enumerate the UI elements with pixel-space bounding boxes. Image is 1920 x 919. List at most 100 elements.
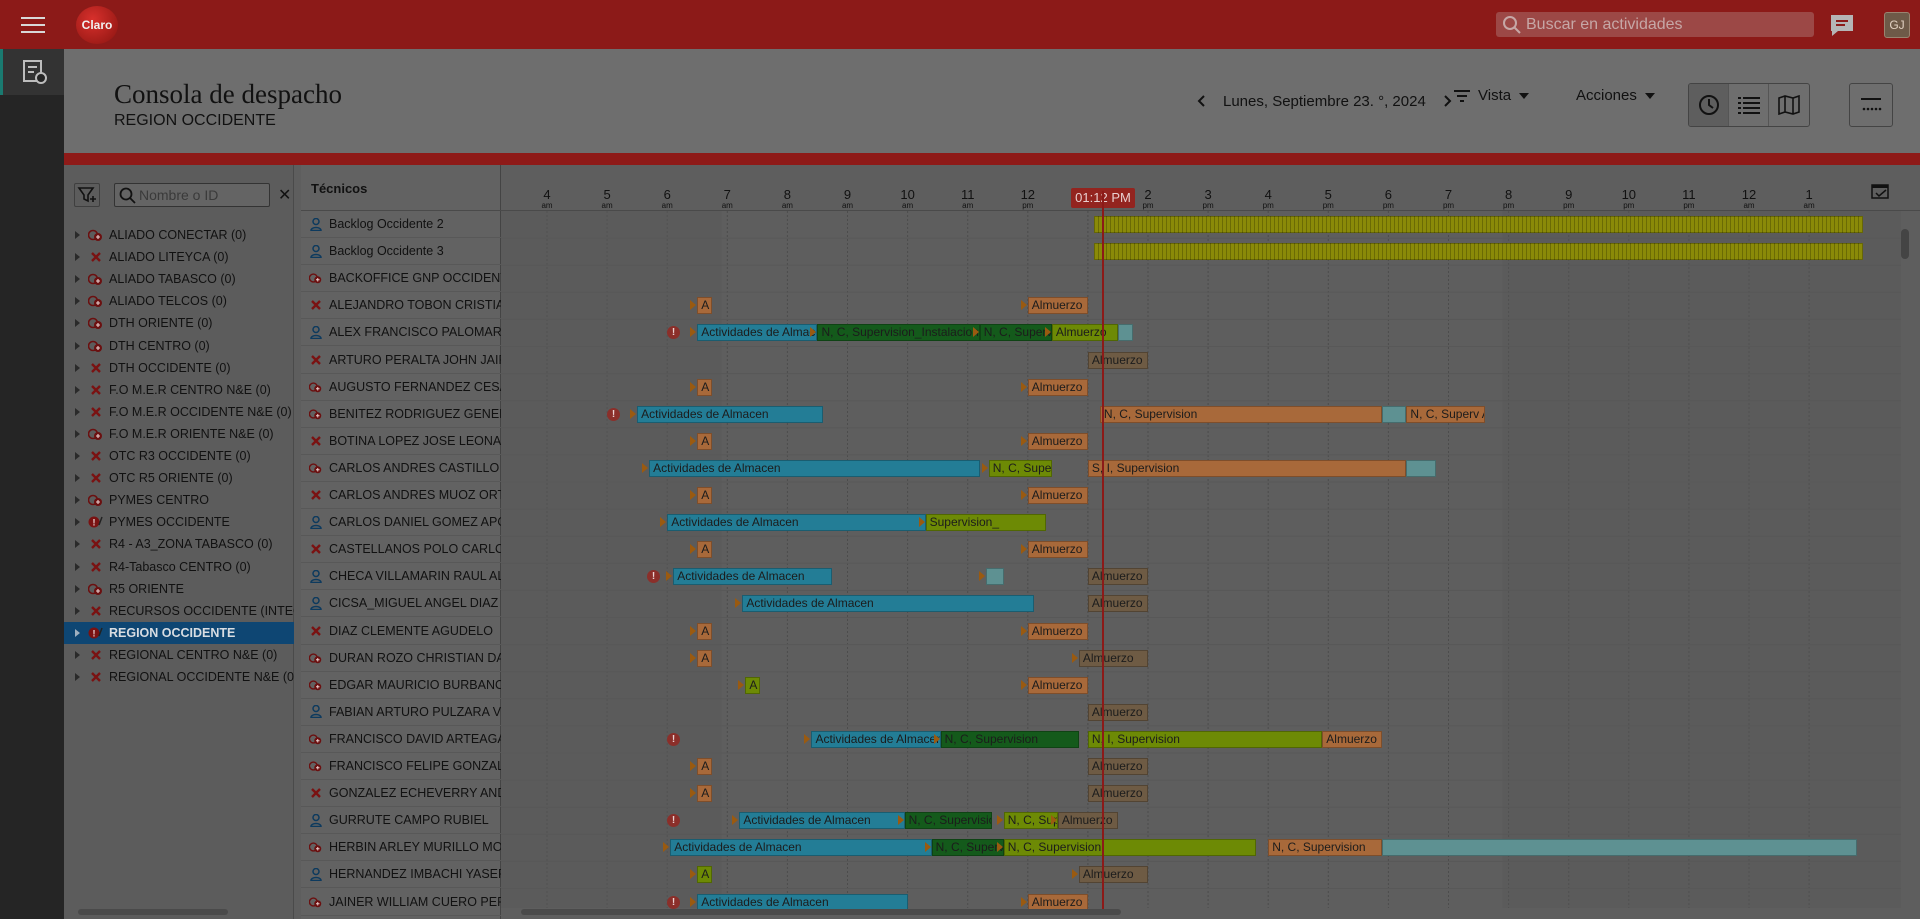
activity-bar[interactable]: N, C, Supervision (1099, 405, 1383, 423)
tree-node[interactable]: PYMES CENTRO (64, 489, 294, 511)
tree-node[interactable]: R4 - A3_ZONA TABASCO (0) (64, 533, 294, 555)
technician-row[interactable]: ARTURO PERALTA JOHN JAIRO (301, 347, 501, 374)
calendar-check-icon[interactable] (1871, 182, 1891, 200)
tree-filter-button[interactable] (74, 183, 100, 207)
warning-icon[interactable]: ! (667, 732, 681, 746)
tree-node[interactable]: ALIADO CONECTAR (0) (64, 224, 294, 246)
expand-arrow-icon[interactable] (75, 341, 80, 350)
tree-node[interactable]: REGIONAL OCCIDENTE N&E (0) (64, 666, 294, 688)
expand-arrow-icon[interactable] (75, 673, 80, 681)
tree-node[interactable]: F.O M.E.R OCCIDENTE N&E (0) (64, 401, 294, 423)
tree-node[interactable]: R4-Tabasco CENTRO (0) (64, 556, 294, 578)
tree-node[interactable]: ALIADO TELCOS (0) (64, 290, 294, 312)
activity-bar[interactable]: A (697, 297, 713, 315)
technician-row[interactable]: CHECA VILLAMARIN RAUL ALB (301, 563, 501, 591)
activity-bar[interactable]: A (697, 866, 713, 884)
activity-bar[interactable] (1406, 459, 1437, 477)
activity-bar[interactable]: N, C, Sup (1003, 812, 1058, 830)
activity-bar[interactable]: A (697, 785, 713, 803)
technician-row[interactable]: FRANCISCO FELIPE GONZALEZ (301, 753, 501, 780)
tree-node[interactable]: DTH CENTRO (0) (64, 335, 294, 357)
technician-row[interactable]: JAINER WILLIAM CUERO PERA (301, 889, 501, 916)
activity-bar[interactable] (1382, 405, 1407, 423)
activity-bar[interactable]: A (697, 378, 713, 396)
activity-bar[interactable]: Actividades de Almacen (670, 839, 932, 857)
tree-search[interactable] (114, 183, 270, 207)
activity-bar[interactable]: Almuerzo (1027, 622, 1088, 640)
tree-horizontal-scrollbar[interactable] (66, 907, 292, 917)
activity-bar[interactable]: Almuerzo (1322, 730, 1383, 748)
activity-bar[interactable]: Almuerzo (1078, 649, 1148, 667)
current-date[interactable]: Lunes, Septiembre 23. °, 2024 (1223, 93, 1426, 110)
expand-arrow-icon[interactable] (75, 584, 80, 593)
expand-arrow-icon[interactable] (75, 231, 80, 239)
activity-bar[interactable]: Actividades de Almacen (649, 459, 980, 477)
technician-row[interactable]: AUGUSTO FERNANDEZ CESAR (301, 374, 501, 401)
activity-bar[interactable]: N, C, Supervis (979, 324, 1052, 342)
view-menu-button[interactable]: Vista (1454, 87, 1530, 104)
technician-row[interactable]: BACKOFFICE GNP OCCIDENTE 2 (301, 265, 501, 293)
expand-arrow-icon[interactable] (75, 540, 80, 549)
more-options-button[interactable] (1849, 83, 1893, 127)
tree-node[interactable]: RECURSOS OCCIDENTE (INTEGRA (64, 600, 294, 622)
technician-row[interactable]: CARLOS DANIEL GOMEZ APON (301, 509, 501, 537)
activity-bar[interactable]: Almuerzo (1087, 785, 1148, 803)
activity-bar[interactable]: Almuerzo (1027, 487, 1088, 504)
list-view-button[interactable] (1729, 84, 1769, 126)
activity-bar[interactable]: Almuerzo (1027, 541, 1088, 559)
tree-node[interactable]: DTH ORIENTE (0) (64, 312, 294, 334)
activity-bar[interactable]: A (697, 758, 713, 775)
expand-arrow-icon[interactable] (75, 606, 80, 615)
activity-bar[interactable] (1093, 243, 1864, 261)
activity-bar[interactable]: Almuerzo (1027, 297, 1088, 315)
expand-arrow-icon[interactable] (75, 385, 80, 394)
technician-row[interactable]: GURRUTE CAMPO RUBIEL (301, 807, 501, 835)
activity-bar[interactable]: Almuerzo (1078, 866, 1148, 884)
expand-arrow-icon[interactable] (75, 253, 80, 262)
activity-bar[interactable]: Almuerzo (1051, 324, 1118, 342)
chevron-left-icon[interactable] (1195, 94, 1209, 108)
tree-node[interactable]: ! PYMES OCCIDENTE (64, 511, 294, 533)
technician-row[interactable]: DIAZ CLEMENTE AGUDELO (301, 618, 501, 645)
activity-bar[interactable]: A (697, 541, 713, 559)
user-avatar[interactable]: GJ (1884, 12, 1910, 38)
activity-bar[interactable]: Actividades de Almacen (673, 568, 833, 586)
expand-arrow-icon[interactable] (75, 319, 80, 328)
activity-bar[interactable]: Almuerzo (1087, 568, 1148, 586)
expand-arrow-icon[interactable] (75, 452, 80, 460)
activity-search[interactable] (1496, 12, 1814, 37)
warning-icon[interactable]: ! (607, 407, 621, 421)
technician-row[interactable]: FRANCISCO DAVID ARTEAGA G (301, 726, 501, 753)
activity-bar[interactable]: Almuerzo (1027, 676, 1088, 694)
activity-bar[interactable]: A (697, 487, 713, 504)
actions-menu-button[interactable]: Acciones (1576, 87, 1655, 104)
activity-bar[interactable]: Actividades de Almacen (742, 595, 1034, 613)
tree-node[interactable]: DTH OCCIDENTE (0) (64, 357, 294, 379)
technician-row[interactable]: BENITEZ RODRIGUEZ GENER M (301, 401, 501, 428)
technician-row[interactable]: EDGAR MAURICIO BURBANO R (301, 672, 501, 699)
activity-bar[interactable]: S, I, Supervision (1087, 459, 1407, 477)
activity-bar[interactable]: Actividades de Almacen (739, 812, 905, 830)
activity-bar[interactable]: Almuerzo (1027, 432, 1088, 450)
activity-bar[interactable]: Supervision_ (925, 514, 1046, 532)
expand-arrow-icon[interactable] (75, 496, 80, 505)
activity-bar[interactable] (1382, 839, 1858, 857)
technician-row[interactable]: HERBIN ARLEY MURILLO MOS (301, 834, 501, 862)
activity-bar[interactable]: A (697, 432, 713, 450)
search-input[interactable] (1526, 12, 1806, 37)
timeline-horizontal-scrollbar[interactable] (513, 907, 1893, 917)
activity-bar[interactable]: N, C, Supervision (904, 812, 992, 830)
activity-bar[interactable]: Actividades de Almacen (811, 730, 941, 748)
expand-arrow-icon[interactable] (75, 297, 80, 306)
activity-bar[interactable]: Almuerzo (1087, 758, 1148, 775)
tree-node[interactable]: ! REGION OCCIDENTE (64, 621, 294, 644)
activity-bar[interactable]: N, C, Supe (988, 459, 1052, 477)
technician-row[interactable]: CARLOS ANDRES MUOZ ORTEG (301, 482, 501, 509)
activity-bar[interactable]: Actividades de Almacen (637, 405, 824, 423)
activity-bar[interactable]: N, C, Superv Almuerzo (1406, 405, 1485, 423)
activity-bar[interactable]: A (697, 622, 713, 640)
expand-arrow-icon[interactable] (75, 474, 80, 483)
tree-search-input[interactable] (139, 186, 265, 204)
activity-bar[interactable]: A (697, 649, 713, 667)
expand-arrow-icon[interactable] (75, 429, 80, 438)
